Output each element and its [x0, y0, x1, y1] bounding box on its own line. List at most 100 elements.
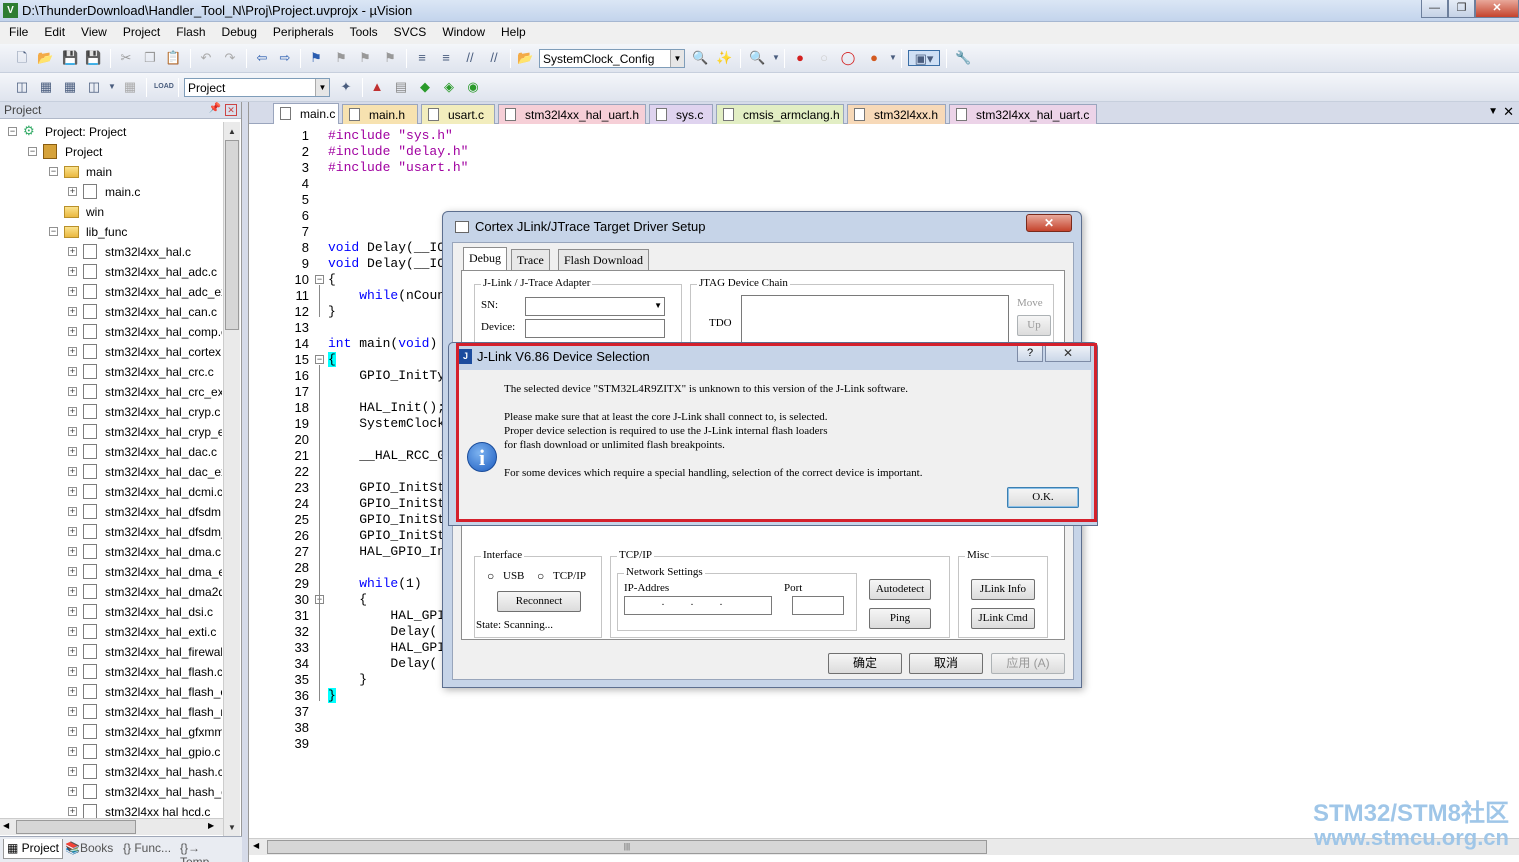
save-all-icon[interactable]: 💾	[85, 50, 101, 66]
menu-flash[interactable]: Flash	[167, 22, 212, 39]
pin-icon[interactable]: 📌	[209, 103, 221, 114]
enable-breakpoint-icon[interactable]: ○	[816, 50, 832, 66]
chevron-down-icon[interactable]: ▼	[1488, 106, 1498, 117]
incremental-find-icon[interactable]: ✨	[716, 50, 732, 66]
tree-item[interactable]: + stm32l4xx_hal_cryp_ex	[68, 422, 222, 442]
menu-window[interactable]: Window	[433, 22, 492, 39]
up-button[interactable]: Up	[1017, 315, 1051, 336]
redo-icon[interactable]: ↷	[222, 50, 238, 66]
find-icon[interactable]: 🔍	[692, 50, 708, 66]
expand-icon[interactable]: +	[68, 547, 77, 556]
expand-icon[interactable]: +	[68, 267, 77, 276]
tree-item[interactable]: + main.c	[68, 182, 222, 202]
menu-svcs[interactable]: SVCS	[385, 22, 434, 39]
expand-icon[interactable]: +	[68, 407, 77, 416]
build-icon[interactable]: ▦	[38, 79, 54, 95]
menu-help[interactable]: Help	[492, 22, 533, 39]
tree-item[interactable]: + stm32l4xx_hal_dac_ex.	[68, 462, 222, 482]
collapse-icon[interactable]: −	[49, 167, 58, 176]
scroll-up-icon[interactable]: ▲	[225, 124, 239, 140]
rebuild-icon[interactable]: ▦	[62, 79, 78, 95]
tree-item[interactable]: + stm32l4xx_hal_dma2d	[68, 582, 222, 602]
load-icon[interactable]: LOAD	[154, 79, 174, 95]
tree-item[interactable]: + stm32l4xx_hal_dfsdm_	[68, 522, 222, 542]
menu-file[interactable]: File	[0, 22, 35, 39]
paste-icon[interactable]: 📋	[165, 50, 181, 66]
expand-icon[interactable]: +	[68, 687, 77, 696]
tab-flash-download[interactable]: Flash Download	[558, 249, 649, 270]
tree-item[interactable]: + stm32l4xx_hal_flash_e	[68, 682, 222, 702]
target-options-icon[interactable]: ✦	[338, 79, 354, 95]
expand-icon[interactable]: +	[68, 347, 77, 356]
close-icon[interactable]: ✕	[1503, 104, 1514, 120]
maximize-icon[interactable]: ❐	[1448, 0, 1475, 18]
jlink-info-button[interactable]: JLink Info	[971, 579, 1035, 600]
tree-item[interactable]: + stm32l4xx_hal_dac.c	[68, 442, 222, 462]
select-packs-icon[interactable]: ▤	[393, 79, 409, 95]
sn-select[interactable]: ▼	[525, 297, 665, 316]
tree-item[interactable]: + stm32l4xx_hal_dma.c	[68, 542, 222, 562]
next-bookmark-icon[interactable]: ⚑	[357, 50, 373, 66]
fold-toggle-icon[interactable]: −	[315, 355, 324, 364]
menu-view[interactable]: View	[72, 22, 114, 39]
expand-icon[interactable]: +	[68, 507, 77, 516]
tree-item[interactable]: + stm32l4xx_hal_firewall	[68, 642, 222, 662]
kill-breakpoints-icon[interactable]: ●	[866, 50, 882, 66]
tab-project[interactable]: ▦ Project	[3, 839, 64, 859]
file-tab[interactable]: main.c	[273, 103, 339, 124]
expand-icon[interactable]: +	[68, 607, 77, 616]
new-file-icon[interactable]: 🗋	[14, 50, 30, 66]
scroll-right-icon[interactable]: ▶	[208, 821, 214, 830]
usb-radio[interactable]: ○	[487, 569, 494, 584]
disable-breakpoints-icon[interactable]: ◯	[840, 50, 856, 66]
minimize-icon[interactable]: —	[1421, 0, 1448, 18]
collapse-icon[interactable]: −	[49, 227, 58, 236]
scroll-left-icon[interactable]: ◀	[3, 821, 9, 830]
prev-bookmark-icon[interactable]: ⚑	[333, 50, 349, 66]
tree-horizontal-scrollbar[interactable]: ◀ ▶	[0, 818, 223, 835]
tree-item[interactable]: + stm32l4xx_hal_dfsdm.	[68, 502, 222, 522]
navigate-back-icon[interactable]: ⇦	[254, 50, 270, 66]
function-combo[interactable]: SystemClock_Config ▼	[539, 49, 685, 68]
expand-icon[interactable]: +	[68, 567, 77, 576]
tree-item[interactable]: + stm32l4xx_hal_crc.c	[68, 362, 222, 382]
menu-project[interactable]: Project	[114, 22, 167, 39]
tree-item[interactable]: + stm32l4xx_hal_adc.c	[68, 262, 222, 282]
tree-item[interactable]: + stm32l4xx_hal_exti.c	[68, 622, 222, 642]
cut-icon[interactable]: ✂	[118, 50, 134, 66]
tree-item[interactable]: + stm32l4xx_hal.c	[68, 242, 222, 262]
expand-icon[interactable]: +	[68, 187, 77, 196]
expand-icon[interactable]: +	[68, 587, 77, 596]
tree-item[interactable]: + stm32l4xx_hal_flash_ra	[68, 702, 222, 722]
expand-icon[interactable]: +	[68, 387, 77, 396]
chevron-down-icon[interactable]: ▼	[885, 50, 901, 66]
tree-item[interactable]: win	[49, 202, 222, 222]
file-tab[interactable]: main.h	[342, 104, 418, 124]
target-combo[interactable]: Project ▼	[184, 78, 330, 97]
tree-item[interactable]: + stm32l4xx_hal_comp.c	[68, 322, 222, 342]
open-file-icon[interactable]: 📂	[37, 50, 53, 66]
tab-templates[interactable]: {}→ Temp...	[177, 839, 242, 862]
manage-project-items-icon[interactable]: ▲	[369, 79, 385, 95]
chevron-down-icon[interactable]: ▼	[104, 79, 120, 95]
cancel-button[interactable]: 取消	[909, 653, 983, 674]
tree-vertical-scrollbar[interactable]: ▲ ▼	[223, 122, 240, 838]
file-tab[interactable]: sys.c	[649, 104, 713, 124]
stop-build-icon[interactable]: ▦	[122, 79, 138, 95]
expand-icon[interactable]: +	[68, 287, 77, 296]
ok-button[interactable]: 确定	[828, 653, 902, 674]
scroll-down-icon[interactable]: ▼	[225, 820, 239, 836]
expand-icon[interactable]: +	[68, 807, 77, 816]
configure-icon[interactable]: 🔧	[955, 50, 971, 66]
tree-item[interactable]: + stm32l4xx_hal_flash.c	[68, 662, 222, 682]
tree-item[interactable]: + stm32l4xx_hal_cryp.c	[68, 402, 222, 422]
tree-item[interactable]: + stm32l4xx_hal_gpio.c	[68, 742, 222, 762]
expand-icon[interactable]: +	[68, 487, 77, 496]
scroll-left-icon[interactable]: ◀	[253, 841, 259, 850]
scroll-thumb[interactable]: |||	[267, 840, 987, 854]
fold-toggle-icon[interactable]: −	[315, 275, 324, 284]
menu-edit[interactable]: Edit	[35, 22, 72, 39]
manage-rte-icon[interactable]: ◈	[441, 79, 457, 95]
menu-tools[interactable]: Tools	[341, 22, 385, 39]
tree-item[interactable]: + stm32l4xx_hal_crc_ex.c	[68, 382, 222, 402]
